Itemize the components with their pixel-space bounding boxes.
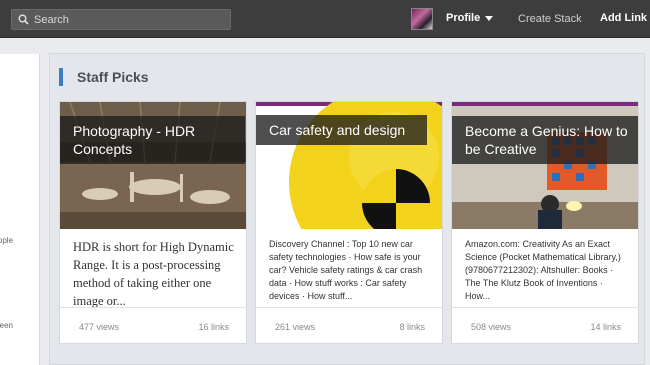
sidebar-text-fragment[interactable]: ople: [0, 236, 13, 245]
sidebar-text-fragment[interactable]: een: [0, 321, 13, 330]
card-title[interactable]: Become a Genius: How to be Creative: [452, 116, 638, 164]
card-description: HDR is short for High Dynamic Range. It …: [73, 240, 234, 308]
links-count: 16 links: [198, 322, 229, 332]
profile-label: Profile: [446, 12, 481, 24]
card-footer: 261 views 8 links: [256, 307, 442, 343]
search-placeholder: Search: [34, 13, 69, 26]
add-link-button[interactable]: Add Link: [600, 12, 647, 24]
stack-card[interactable]: Car safety and design Discovery Channel …: [255, 101, 443, 344]
links-count: 8 links: [399, 322, 425, 332]
links-count: 14 links: [590, 322, 621, 332]
profile-menu-button[interactable]: Profile: [446, 12, 494, 24]
stack-card[interactable]: Photography - HDR Concepts HDR is short …: [59, 101, 247, 344]
card-title[interactable]: Photography - HDR Concepts: [60, 116, 245, 164]
card-description: Discovery Channel : Top 10 new car safet…: [269, 239, 423, 301]
card-description: Amazon.com: Creativity As an Exact Scien…: [465, 239, 621, 301]
views-count: 508 views: [471, 322, 512, 332]
section-title: Staff Picks: [59, 68, 149, 86]
left-sidebar: ople een: [0, 54, 40, 365]
views-count: 261 views: [275, 322, 316, 332]
views-count: 477 views: [79, 322, 120, 332]
chevron-down-icon: [485, 15, 494, 21]
search-icon: [18, 14, 29, 25]
search-input[interactable]: Search: [11, 9, 231, 30]
stack-card[interactable]: Become a Genius: How to be Creative Amaz…: [451, 101, 639, 344]
avatar[interactable]: [411, 8, 433, 30]
create-stack-link[interactable]: Create Stack: [518, 13, 582, 25]
card-footer: 477 views 16 links: [60, 307, 246, 343]
card-footer: 508 views 14 links: [452, 307, 638, 343]
card-title[interactable]: Car safety and design: [256, 115, 427, 145]
staff-picks-panel: Staff Picks Photography - HDR Concepts H…: [49, 53, 645, 365]
top-navigation-bar: Search Profile Create Stack Add Link: [0, 0, 650, 38]
